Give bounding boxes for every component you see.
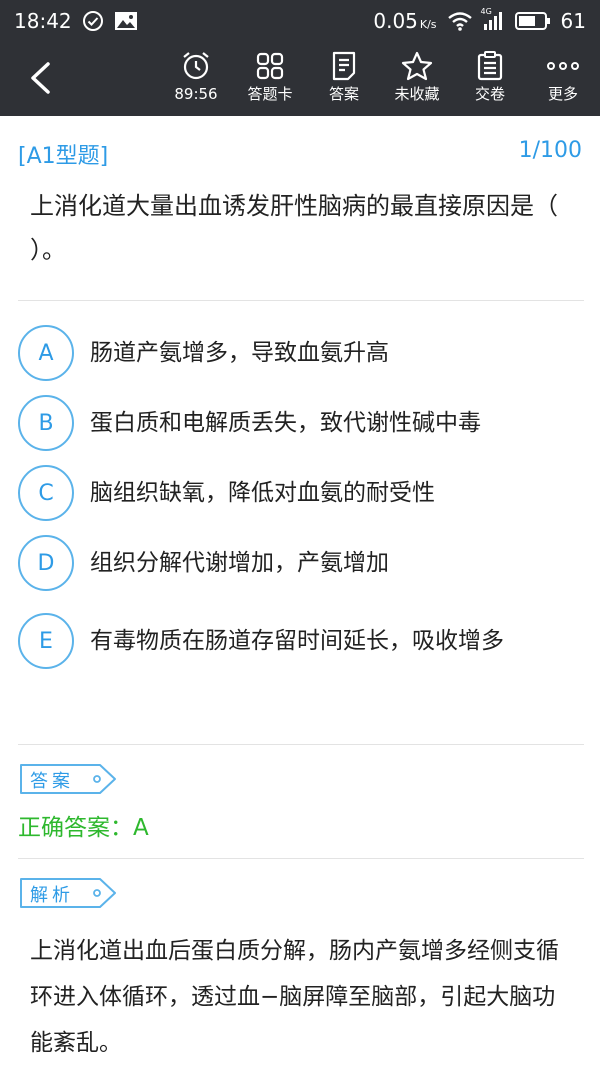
wifi-icon — [447, 11, 473, 31]
more-label: 更多 — [547, 85, 578, 103]
alarm-clock-icon — [181, 48, 211, 84]
document-icon — [330, 48, 358, 84]
option-d[interactable]: D 组织分解代谢增加，产氨增加 — [18, 535, 588, 591]
divider — [18, 744, 584, 745]
submit-button[interactable]: 交卷 — [454, 48, 526, 112]
option-text: 蛋白质和电解质丢失，致代谢性碱中毒 — [90, 410, 481, 436]
analysis-tag-label: 解析 — [30, 885, 74, 906]
option-text: 有毒物质在肠道存留时间延长，吸收增多 — [90, 628, 504, 654]
option-letter: C — [18, 465, 74, 521]
clock: 18:42 — [14, 9, 72, 33]
answer-card-button[interactable]: 答题卡 — [234, 48, 306, 112]
check-circle-icon — [82, 10, 104, 32]
more-button[interactable]: 更多 — [527, 48, 599, 112]
timer-label: 89:56 — [174, 85, 218, 103]
status-bar: 18:42 0.05 K/s 4G 61 — [0, 0, 600, 42]
answer-tag-label: 答案 — [30, 771, 74, 792]
toolbar: 89:56 答题卡 答案 未收藏 交卷 更多 — [0, 42, 600, 116]
answer-tag: 答案 — [18, 762, 118, 796]
more-dots-icon — [546, 48, 580, 84]
answer-label: 答案 — [328, 85, 359, 103]
option-text: 肠道产氨增多，导致血氨升高 — [90, 340, 389, 366]
signal-icon: 4G — [481, 7, 505, 31]
option-letter: B — [18, 395, 74, 451]
divider — [18, 858, 584, 859]
chevron-left-icon — [31, 62, 50, 94]
favorite-label: 未收藏 — [394, 85, 440, 103]
option-letter: A — [18, 325, 74, 381]
answer-button[interactable]: 答案 — [308, 48, 380, 112]
option-text: 组织分解代谢增加，产氨增加 — [90, 550, 389, 576]
option-e[interactable]: E 有毒物质在肠道存留时间延长，吸收增多 — [18, 613, 588, 669]
battery-icon — [514, 11, 551, 31]
timer-button[interactable]: 89:56 — [160, 48, 232, 112]
divider — [18, 300, 584, 301]
answer-card-label: 答题卡 — [247, 85, 293, 103]
question-text: 上消化道大量出血诱发肝性脑病的最直接原因是（ ）。 — [30, 192, 558, 264]
option-letter: D — [18, 535, 74, 591]
image-icon — [114, 11, 138, 31]
option-text: 脑组织缺氧，降低对血氨的耐受性 — [90, 480, 435, 506]
battery-level: 61 — [560, 9, 586, 33]
clipboard-icon — [476, 48, 504, 84]
net-speed: 0.05 K/s — [373, 9, 437, 33]
question-type: [A1型题] — [18, 144, 109, 169]
option-letter: E — [18, 613, 74, 669]
favorite-button[interactable]: 未收藏 — [381, 48, 453, 112]
back-button[interactable] — [20, 58, 60, 98]
option-a[interactable]: A 肠道产氨增多，导致血氨升高 — [18, 325, 588, 381]
option-c[interactable]: C 脑组织缺氧，降低对血氨的耐受性 — [18, 465, 588, 521]
option-b[interactable]: B 蛋白质和电解质丢失，致代谢性碱中毒 — [18, 395, 588, 451]
submit-label: 交卷 — [474, 85, 505, 103]
question-progress: 1/100 — [518, 138, 582, 163]
correct-answer: 正确答案：A — [18, 815, 149, 841]
grid-icon — [255, 48, 285, 84]
star-icon — [401, 48, 433, 84]
analysis-text: 上消化道出血后蛋白质分解，肠内产氨增多经侧支循环进入体循环，透过血−脑屏障至脑部… — [30, 938, 559, 1056]
analysis-tag: 解析 — [18, 876, 118, 910]
